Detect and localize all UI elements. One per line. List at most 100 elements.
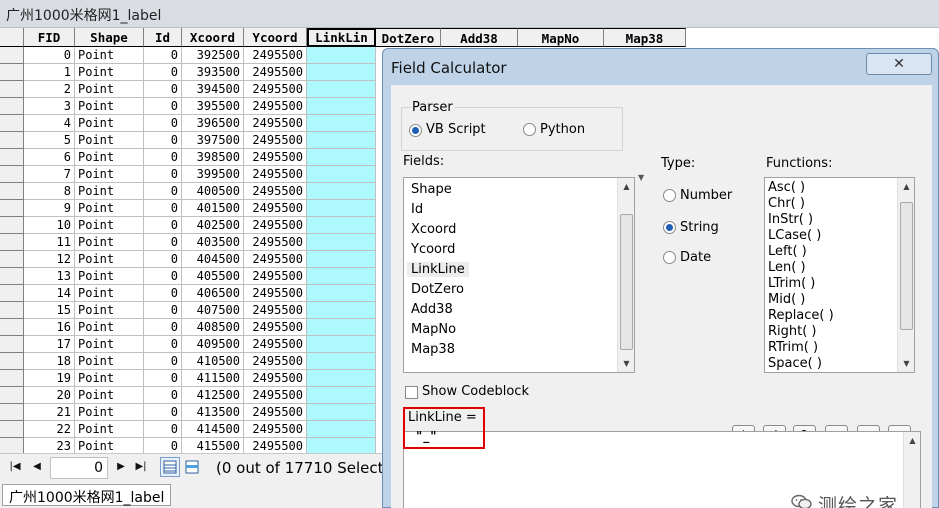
table-cell[interactable]: 2495500 [244,404,307,421]
table-cell[interactable]: 414500 [182,421,244,438]
column-header[interactable]: FID [24,28,75,47]
fields-scrollbar[interactable]: ▲ ▼ [617,178,634,372]
function-item[interactable]: Chr( ) [768,196,805,211]
table-cell[interactable] [307,421,376,438]
table-cell[interactable]: 9 [24,200,75,217]
table-cell[interactable]: 0 [144,370,182,387]
table-cell[interactable]: 412500 [182,387,244,404]
column-header[interactable]: Shape [75,28,144,47]
table-cell[interactable]: 400500 [182,183,244,200]
function-item[interactable]: LCase( ) [768,228,821,243]
function-item[interactable]: Left( ) [768,244,807,259]
table-cell[interactable] [307,370,376,387]
table-cell[interactable]: 23 [24,438,75,453]
functions-listbox[interactable]: ▲ ▼ Asc( ) Chr( ) InStr( ) LCase( ) Left( ) L… [764,177,915,373]
row-selector[interactable] [0,251,24,268]
table-cell[interactable]: 13 [24,268,75,285]
table-cell[interactable]: 2495500 [244,387,307,404]
table-cell[interactable]: 0 [144,404,182,421]
table-cell[interactable]: 0 [144,132,182,149]
field-item[interactable]: DotZero [411,282,464,297]
table-cell[interactable]: 0 [144,285,182,302]
table-cell[interactable]: 402500 [182,217,244,234]
table-cell[interactable]: 2495500 [244,200,307,217]
field-item[interactable]: MapNo [411,322,456,337]
table-cell[interactable]: 11 [24,234,75,251]
table-cell[interactable]: 0 [144,268,182,285]
parser-python-radio[interactable] [523,123,536,136]
row-selector[interactable] [0,183,24,200]
table-cell[interactable]: 0 [144,149,182,166]
table-cell[interactable]: Point [75,64,144,81]
scroll-down-icon[interactable]: ▼ [898,355,914,372]
scroll-up-icon[interactable]: ▲ [898,178,914,195]
table-cell[interactable]: 2495500 [244,64,307,81]
table-cell[interactable]: 15 [24,302,75,319]
table-cell[interactable]: 21 [24,404,75,421]
table-cell[interactable]: 2495500 [244,115,307,132]
table-cell[interactable]: 14 [24,285,75,302]
table-cell[interactable] [307,200,376,217]
table-cell[interactable] [307,81,376,98]
parser-vbscript-radio[interactable] [409,124,422,137]
field-item[interactable]: Xcoord [411,222,456,237]
table-cell[interactable]: 10 [24,217,75,234]
function-item[interactable]: Space( ) [768,356,822,371]
table-cell[interactable]: 404500 [182,251,244,268]
row-selector[interactable] [0,387,24,404]
column-header[interactable]: Xcoord [182,28,244,47]
table-cell[interactable] [307,353,376,370]
table-cell[interactable]: 0 [144,336,182,353]
table-cell[interactable]: Point [75,166,144,183]
function-item[interactable]: Mid( ) [768,292,805,307]
table-cell[interactable]: Point [75,217,144,234]
current-record-input[interactable]: 0 [50,457,108,479]
table-cell[interactable]: 2 [24,81,75,98]
table-cell[interactable] [307,336,376,353]
table-cell[interactable]: 0 [144,217,182,234]
table-cell[interactable]: 406500 [182,285,244,302]
close-icon[interactable]: ✕ [866,53,932,75]
table-cell[interactable]: Point [75,370,144,387]
functions-scrollbar[interactable]: ▲ ▼ [897,178,914,372]
table-cell[interactable] [307,234,376,251]
table-cell[interactable]: 401500 [182,200,244,217]
table-cell[interactable]: 0 [144,183,182,200]
table-cell[interactable]: Point [75,149,144,166]
row-selector[interactable] [0,285,24,302]
table-cell[interactable]: 2495500 [244,268,307,285]
type-string-radio[interactable] [663,221,676,234]
row-selector[interactable] [0,302,24,319]
table-cell[interactable]: 2495500 [244,81,307,98]
table-cell[interactable]: 5 [24,132,75,149]
function-item[interactable]: Right( ) [768,324,817,339]
row-selector[interactable] [0,132,24,149]
table-cell[interactable] [307,217,376,234]
column-header[interactable]: DotZero [376,28,441,47]
table-cell[interactable]: 397500 [182,132,244,149]
table-cell[interactable]: 2495500 [244,285,307,302]
table-cell[interactable]: 0 [144,319,182,336]
table-cell[interactable] [307,64,376,81]
field-item[interactable]: LinkLine [407,262,469,277]
table-cell[interactable] [307,166,376,183]
table-cell[interactable]: 2495500 [244,149,307,166]
table-cell[interactable]: Point [75,353,144,370]
row-selector[interactable] [0,115,24,132]
table-cell[interactable]: 0 [144,81,182,98]
table-cell[interactable]: 8 [24,183,75,200]
table-cell[interactable]: Point [75,387,144,404]
table-cell[interactable]: 393500 [182,64,244,81]
row-selector[interactable] [0,98,24,115]
scrollbar-thumb[interactable] [620,214,633,350]
row-selector[interactable] [0,64,24,81]
table-cell[interactable] [307,149,376,166]
show-all-records-icon[interactable] [160,457,180,477]
table-cell[interactable]: Point [75,47,144,64]
table-cell[interactable]: 394500 [182,81,244,98]
table-cell[interactable] [307,438,376,453]
table-cell[interactable]: 2495500 [244,183,307,200]
table-cell[interactable]: 413500 [182,404,244,421]
row-selector[interactable] [0,370,24,387]
table-cell[interactable]: 0 [144,421,182,438]
